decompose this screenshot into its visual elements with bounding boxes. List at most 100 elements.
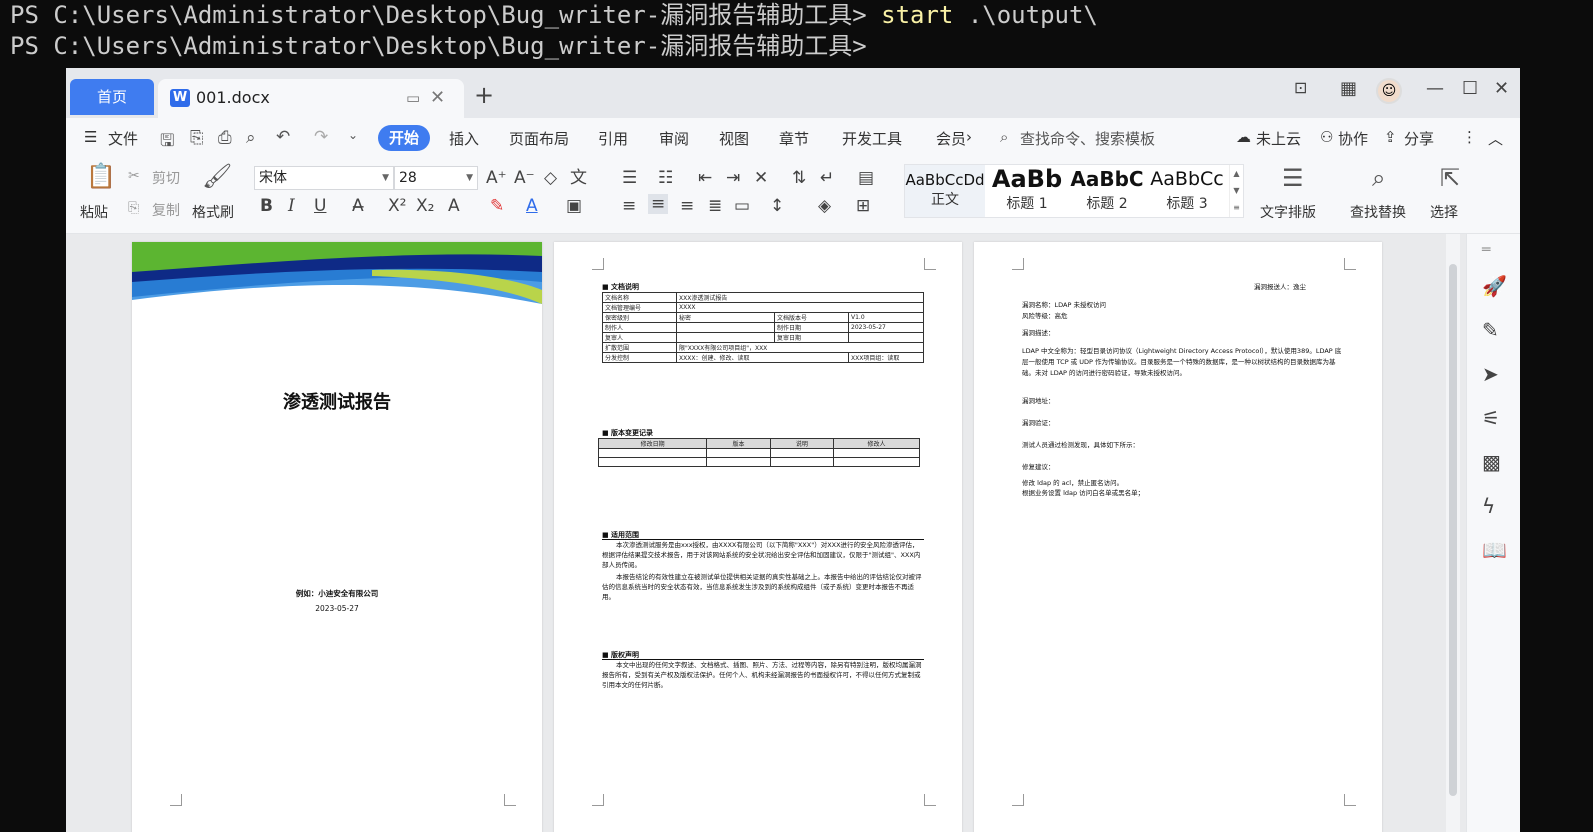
underline-icon[interactable]: U bbox=[314, 196, 326, 216]
subscript-icon[interactable]: X₂ bbox=[416, 196, 434, 216]
style-heading-1[interactable]: AaBb 标题 1 bbox=[987, 165, 1067, 217]
menu-chapter[interactable]: 章节 bbox=[779, 128, 809, 149]
menu-start[interactable]: 开始 bbox=[378, 125, 430, 151]
line-spacing-icon[interactable]: ↕ bbox=[770, 196, 784, 216]
text-layout-icon[interactable]: ☰ bbox=[1282, 164, 1304, 192]
font-color-icon[interactable]: A bbox=[526, 196, 538, 216]
align-right-icon[interactable]: ≡ bbox=[680, 196, 694, 216]
command-search[interactable]: 查找命令、搜索模板 bbox=[1020, 128, 1155, 149]
show-marks-icon[interactable]: ↵ bbox=[820, 168, 834, 188]
menu-references[interactable]: 引用 bbox=[598, 128, 628, 149]
minimize-icon[interactable]: — bbox=[1426, 78, 1444, 99]
distribute-icon[interactable]: ▭ bbox=[734, 196, 750, 216]
lightning-icon[interactable]: ϟ bbox=[1482, 494, 1495, 518]
italic-icon[interactable]: I bbox=[288, 196, 295, 216]
page-document-info[interactable]: ■ 文档说明 文档名称 XXX渗透测试报告 文档管理编号 XXXX 保密级别 秘密 文档… bbox=[554, 242, 962, 832]
align-left-icon[interactable]: ≡ bbox=[622, 196, 636, 216]
paste-button[interactable]: 粘贴 bbox=[80, 202, 108, 222]
menu-layout[interactable]: 页面布局 bbox=[509, 128, 569, 149]
text-layout-button[interactable]: 文字排版 bbox=[1260, 202, 1316, 222]
borders-icon[interactable]: ⊞ bbox=[856, 196, 870, 216]
more-icon[interactable]: ⋮ bbox=[1462, 128, 1477, 146]
collapse-ribbon-icon[interactable]: ︿ bbox=[1488, 128, 1503, 149]
cut-button[interactable]: 剪切 bbox=[152, 168, 180, 188]
style-heading-2[interactable]: AaBbC 标题 2 bbox=[1069, 165, 1145, 217]
select-button[interactable]: 选择 bbox=[1430, 202, 1458, 222]
tab-document[interactable]: W 001.docx ▭ ✕ bbox=[158, 79, 464, 118]
maximize-icon[interactable]: ☐ bbox=[1462, 78, 1478, 99]
font-select[interactable]: 宋体 ▼ bbox=[254, 166, 394, 190]
find-replace-button[interactable]: 查找替换 bbox=[1350, 202, 1406, 222]
vertical-scrollbar[interactable] bbox=[1446, 234, 1460, 832]
close-window-icon[interactable]: ✕ bbox=[1494, 78, 1509, 99]
menu-insert[interactable]: 插入 bbox=[449, 128, 479, 149]
page-vulnerability[interactable]: 漏洞报送人：逸尘 漏洞名称：LDAP 未授权访问 风险等级：高危 漏洞描述： L… bbox=[974, 242, 1382, 832]
menu-member[interactable]: 会员 bbox=[936, 128, 966, 149]
format-painter-button[interactable]: 格式刷 bbox=[192, 202, 234, 222]
style-heading-3[interactable]: AaBbCc 标题 3 bbox=[1147, 165, 1227, 217]
shading-icon[interactable]: ◈ bbox=[818, 196, 831, 216]
menu-review[interactable]: 审阅 bbox=[659, 128, 689, 149]
find-icon[interactable]: ⌕ bbox=[1372, 164, 1385, 192]
monitor-icon[interactable]: ▭ bbox=[406, 79, 420, 117]
chevron-down-icon[interactable]: ⌄ bbox=[348, 128, 358, 142]
ruler-icon[interactable]: ▤ bbox=[858, 168, 874, 188]
print-icon[interactable]: ⎙ bbox=[218, 128, 232, 148]
decrease-indent-icon[interactable]: ⇤ bbox=[698, 168, 712, 188]
bold-icon[interactable]: B bbox=[260, 196, 273, 216]
tab-home[interactable]: 首页 bbox=[70, 79, 154, 115]
align-center-icon[interactable]: ≡ bbox=[648, 194, 669, 214]
preview-icon[interactable]: ⌕ bbox=[246, 128, 256, 148]
highlight-icon[interactable]: ✎ bbox=[490, 196, 504, 216]
save-icon[interactable]: 🖫 bbox=[160, 128, 174, 157]
cloud-status[interactable]: 未上云 bbox=[1256, 128, 1301, 149]
pen-icon[interactable]: ✎ bbox=[1482, 318, 1499, 342]
share-button[interactable]: 分享 bbox=[1404, 128, 1434, 149]
justify-icon[interactable]: ≣ bbox=[708, 196, 722, 216]
phonetic-icon[interactable]: 文 bbox=[570, 168, 587, 188]
strikethrough-icon[interactable]: A̶ bbox=[352, 196, 364, 216]
sidebar-handle-icon[interactable]: ═ bbox=[1482, 242, 1490, 258]
layout-icon[interactable]: ⊡ bbox=[1294, 78, 1307, 97]
numbered-list-icon[interactable]: ☷ bbox=[658, 168, 673, 188]
redo-icon[interactable]: ↷ bbox=[314, 127, 328, 147]
menu-devtools[interactable]: 开发工具 bbox=[842, 128, 902, 149]
apps-grid-icon[interactable]: ▦ bbox=[1340, 78, 1357, 99]
settings-sliders-icon[interactable]: ⚟ bbox=[1482, 406, 1500, 430]
hamburger-icon[interactable]: ☰ bbox=[84, 128, 97, 146]
increase-indent-icon[interactable]: ⇥ bbox=[726, 168, 740, 188]
image-edit-icon[interactable]: ▩ bbox=[1482, 450, 1501, 474]
font-size-select[interactable]: 28 ▼ bbox=[394, 166, 478, 190]
superscript-icon[interactable]: X² bbox=[388, 196, 406, 216]
prompt: PS C:\Users\Administrator\Desktop\Bug_wr… bbox=[10, 32, 867, 60]
copy-button[interactable]: 复制 bbox=[152, 200, 180, 220]
chevron-right-icon[interactable]: › bbox=[966, 128, 972, 146]
bullet-list-icon[interactable]: ☰ bbox=[622, 168, 637, 188]
brush-icon[interactable]: 🖌 bbox=[202, 162, 232, 190]
chinese-layout-icon[interactable]: ✕ bbox=[754, 168, 768, 188]
export-icon[interactable]: ⎘ bbox=[190, 128, 204, 148]
char-border-icon[interactable]: ▣ bbox=[566, 196, 582, 216]
sort-icon[interactable]: ⇅ bbox=[792, 168, 806, 188]
collab-button[interactable]: 协作 bbox=[1338, 128, 1368, 149]
menu-view[interactable]: 视图 bbox=[719, 128, 749, 149]
grow-font-icon[interactable]: A⁺ bbox=[486, 168, 507, 188]
shrink-font-icon[interactable]: A⁻ bbox=[514, 168, 535, 188]
book-search-icon[interactable]: 📖 bbox=[1482, 538, 1507, 562]
clear-format-icon[interactable]: ◇ bbox=[544, 168, 557, 188]
avatar[interactable]: ☺ bbox=[1376, 78, 1402, 104]
styles-scroll[interactable]: ▲ ▼ ≡ bbox=[1229, 165, 1243, 217]
cursor-select-icon[interactable]: ➤ bbox=[1482, 362, 1499, 386]
close-tab-icon[interactable]: ✕ bbox=[430, 79, 445, 117]
new-tab-button[interactable]: + bbox=[474, 80, 494, 110]
cursor-icon[interactable]: ⇱ bbox=[1440, 164, 1460, 192]
page-cover[interactable]: 渗透测试报告 例如：小迪安全有限公司 2023-05-27 bbox=[132, 242, 542, 832]
scrollbar-thumb[interactable] bbox=[1449, 264, 1457, 796]
paste-icon[interactable]: 📋 bbox=[86, 162, 116, 190]
menu-file[interactable]: 文件 bbox=[108, 128, 138, 149]
undo-icon[interactable]: ↶ bbox=[276, 127, 290, 147]
text-effect-icon[interactable]: A bbox=[448, 196, 460, 216]
style-normal[interactable]: AaBbCcDd 正文 bbox=[905, 165, 985, 217]
font-value: 宋体 bbox=[259, 170, 287, 186]
rocket-icon[interactable]: 🚀 bbox=[1482, 274, 1507, 298]
